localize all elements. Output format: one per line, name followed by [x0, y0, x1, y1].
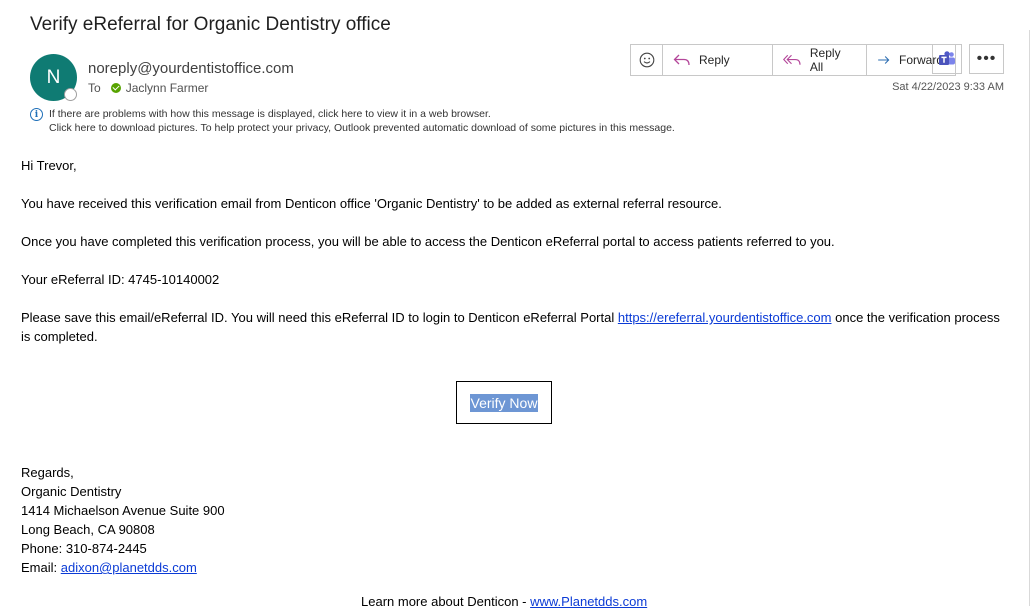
to-label: To — [88, 81, 101, 95]
signature-email-label: Email: — [21, 560, 61, 575]
info-bar[interactable]: i If there are problems with how this me… — [30, 107, 675, 135]
info-icon: i — [30, 108, 43, 121]
reply-all-button[interactable]: Reply All — [773, 45, 867, 75]
body-paragraph-3: Please save this email/eReferral ID. You… — [21, 308, 1011, 346]
info-text-web[interactable]: If there are problems with how this mess… — [30, 107, 675, 121]
body-paragraph-2: Once you have completed this verificatio… — [21, 234, 835, 249]
footer-text: Learn more about Denticon - — [361, 594, 531, 609]
signature-address-2: Long Beach, CA 90808 — [21, 522, 155, 537]
teams-icon — [939, 51, 955, 65]
check-status-icon — [110, 83, 121, 93]
footer-link[interactable]: www.Planetdds.com — [530, 594, 647, 609]
signature-email-link[interactable]: adixon@planetdds.com — [61, 560, 197, 575]
ereferral-id: Your eReferral ID: 4745-10140002 — [21, 272, 220, 287]
forward-arrow-icon — [878, 56, 890, 64]
greeting: Hi Trevor, — [21, 158, 77, 173]
pane-border — [1029, 30, 1030, 606]
signature-regards: Regards, — [21, 465, 74, 480]
react-button[interactable] — [631, 45, 663, 75]
email-subject: Verify eReferral for Organic Dentistry o… — [30, 14, 391, 35]
recipient-name[interactable]: Jaclynn Farmer — [126, 81, 209, 95]
reply-icon — [673, 54, 690, 66]
smiley-icon — [639, 52, 654, 68]
recipient-line: To Jaclynn Farmer — [88, 81, 208, 95]
teams-button[interactable] — [932, 44, 962, 74]
signature-org: Organic Dentistry — [21, 484, 122, 499]
verify-now-button[interactable]: Verify Now — [456, 381, 552, 424]
body-paragraph-1: You have received this verification emai… — [21, 196, 722, 211]
portal-link[interactable]: https://ereferral.yourdentistoffice.com — [618, 310, 832, 325]
signature-address-1: 1414 Michaelson Avenue Suite 900 — [21, 503, 225, 518]
verify-now-label: Verify Now — [469, 393, 539, 412]
footer: Learn more about Denticon - www.Planetdd… — [361, 592, 647, 611]
signature: Regards, Organic Dentistry 1414 Michaels… — [21, 463, 225, 577]
reply-all-icon — [783, 54, 801, 65]
info-text-pictures[interactable]: Click here to download pictures. To help… — [30, 121, 675, 135]
message-toolbar: Reply Reply All Forward — [630, 44, 956, 76]
sent-date: Sat 4/22/2023 9:33 AM — [892, 81, 1004, 93]
para3-text: Please save this email/eReferral ID. You… — [21, 310, 618, 325]
reply-all-label: Reply All — [809, 46, 841, 74]
signature-email-line: Email: adixon@planetdds.com — [21, 558, 225, 577]
reply-button[interactable]: Reply — [663, 45, 773, 75]
more-actions-button[interactable]: ••• — [969, 44, 1004, 74]
presence-status-icon — [64, 88, 77, 101]
signature-phone: Phone: 310-874-2445 — [21, 541, 147, 556]
reply-label: Reply — [699, 53, 730, 67]
message-body: Hi Trevor, You have received this verifi… — [21, 156, 1011, 365]
sender-address[interactable]: noreply@yourdentistoffice.com — [88, 60, 294, 77]
